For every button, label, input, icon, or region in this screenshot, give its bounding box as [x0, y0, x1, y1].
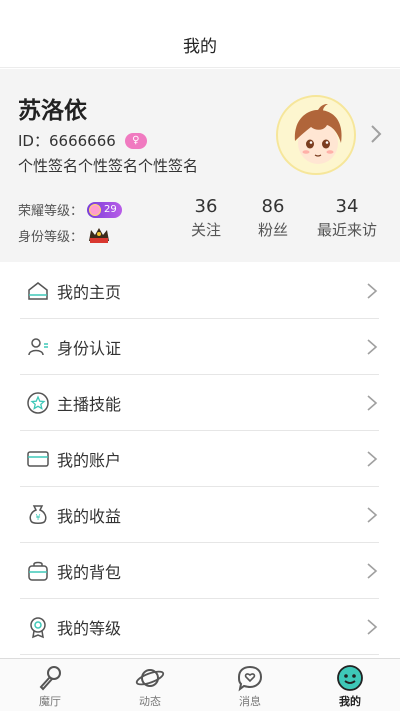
user-id-label: ID：: [18, 132, 49, 150]
user-id-value: 6666666: [48, 131, 116, 150]
honor-level-label: 荣耀等级：: [18, 204, 84, 219]
honor-level-badge: 29: [87, 201, 122, 218]
tab-label: 我的: [339, 695, 361, 708]
chevron-right-icon[interactable]: [368, 123, 384, 145]
tab-mine[interactable]: 我的: [300, 659, 400, 711]
svg-text:¥: ¥: [35, 513, 40, 522]
tab-label: 魔厅: [39, 695, 61, 708]
recent-visitors-stat[interactable]: 34 最近来访: [307, 196, 387, 240]
user-name: 苏洛依: [18, 98, 87, 124]
avatar-illustration: [294, 103, 342, 164]
chevron-right-icon: [367, 339, 378, 355]
followers-stat[interactable]: 86 粉丝: [233, 196, 313, 240]
money-bag-icon: ¥: [29, 504, 47, 524]
followers-count: 86: [261, 196, 285, 217]
gem-icon: [89, 203, 102, 216]
menu-item-label: 主播技能: [57, 394, 122, 414]
card-icon: [27, 450, 49, 467]
home-icon: [28, 281, 48, 300]
menu-item-label: 我的主页: [57, 282, 122, 302]
identity-level-row: 身份等级：: [18, 225, 111, 245]
menu-item-my-backpack[interactable]: 我的背包: [20, 543, 379, 599]
identity-level-label: 身份等级：: [18, 229, 84, 245]
settings-menu: 我的主页 身份认证 主播技能 我的账户 ¥ 我的收益 我的背包 我的等级: [20, 263, 379, 655]
smiley-icon: [337, 665, 363, 691]
planet-icon: [135, 669, 165, 687]
chevron-right-icon: [367, 563, 378, 579]
page-title: 我的: [183, 37, 217, 57]
chevron-right-icon: [367, 395, 378, 411]
star-skill-icon: [27, 391, 49, 414]
menu-item-label: 我的账户: [57, 450, 122, 470]
medal-icon: [30, 616, 46, 638]
female-gender-icon: ♀: [124, 132, 147, 149]
backpack-icon: [28, 561, 48, 581]
avatar[interactable]: [276, 95, 356, 175]
menu-item-label: 我的收益: [57, 506, 122, 526]
chevron-right-icon: [367, 619, 378, 635]
menu-item-streamer-skills[interactable]: 主播技能: [20, 375, 379, 431]
tab-label: 消息: [239, 695, 261, 708]
menu-item-my-account[interactable]: 我的账户: [20, 431, 379, 487]
menu-item-label: 身份认证: [57, 338, 122, 358]
user-signature: 个性签名个性签名个性签名: [18, 157, 199, 175]
status-bar: [0, 0, 400, 22]
profile-card[interactable]: 苏洛依 ID： 6666666 ♀ 个性签名个性签名个性签名 荣耀等级： 29 …: [0, 69, 400, 262]
recent-visitors-count: 34: [335, 196, 359, 217]
tab-messages[interactable]: 消息: [200, 659, 300, 711]
tab-label: 动态: [139, 695, 161, 708]
tab-feed[interactable]: 动态: [100, 659, 200, 711]
identity-verify-icon: [28, 337, 48, 355]
user-id-row: ID： 6666666 ♀: [18, 130, 147, 151]
menu-item-label: 我的等级: [57, 618, 122, 638]
followers-label: 粉丝: [257, 221, 288, 239]
honor-level-row: 荣耀等级： 29: [18, 200, 122, 219]
tab-lobby[interactable]: 魔厅: [0, 659, 100, 711]
recent-visitors-label: 最近来访: [316, 221, 377, 239]
chevron-right-icon: [367, 283, 378, 299]
microphone-icon: [39, 666, 61, 691]
crown-badge-icon: [89, 228, 110, 243]
menu-item-identity-verification[interactable]: 身份认证: [20, 319, 379, 375]
chevron-right-icon: [367, 451, 378, 467]
chevron-right-icon: [367, 507, 378, 523]
menu-item-my-level[interactable]: 我的等级: [20, 599, 379, 655]
menu-item-my-earnings[interactable]: ¥ 我的收益: [20, 487, 379, 543]
menu-item-label: 我的背包: [57, 562, 122, 582]
bottom-tab-bar: 魔厅 动态 消息 我的: [0, 658, 400, 711]
menu-item-my-homepage[interactable]: 我的主页: [20, 263, 379, 319]
heart-message-icon: [237, 665, 263, 692]
navigation-bar: 我的: [0, 22, 400, 68]
honor-level-value: 29: [104, 204, 117, 215]
